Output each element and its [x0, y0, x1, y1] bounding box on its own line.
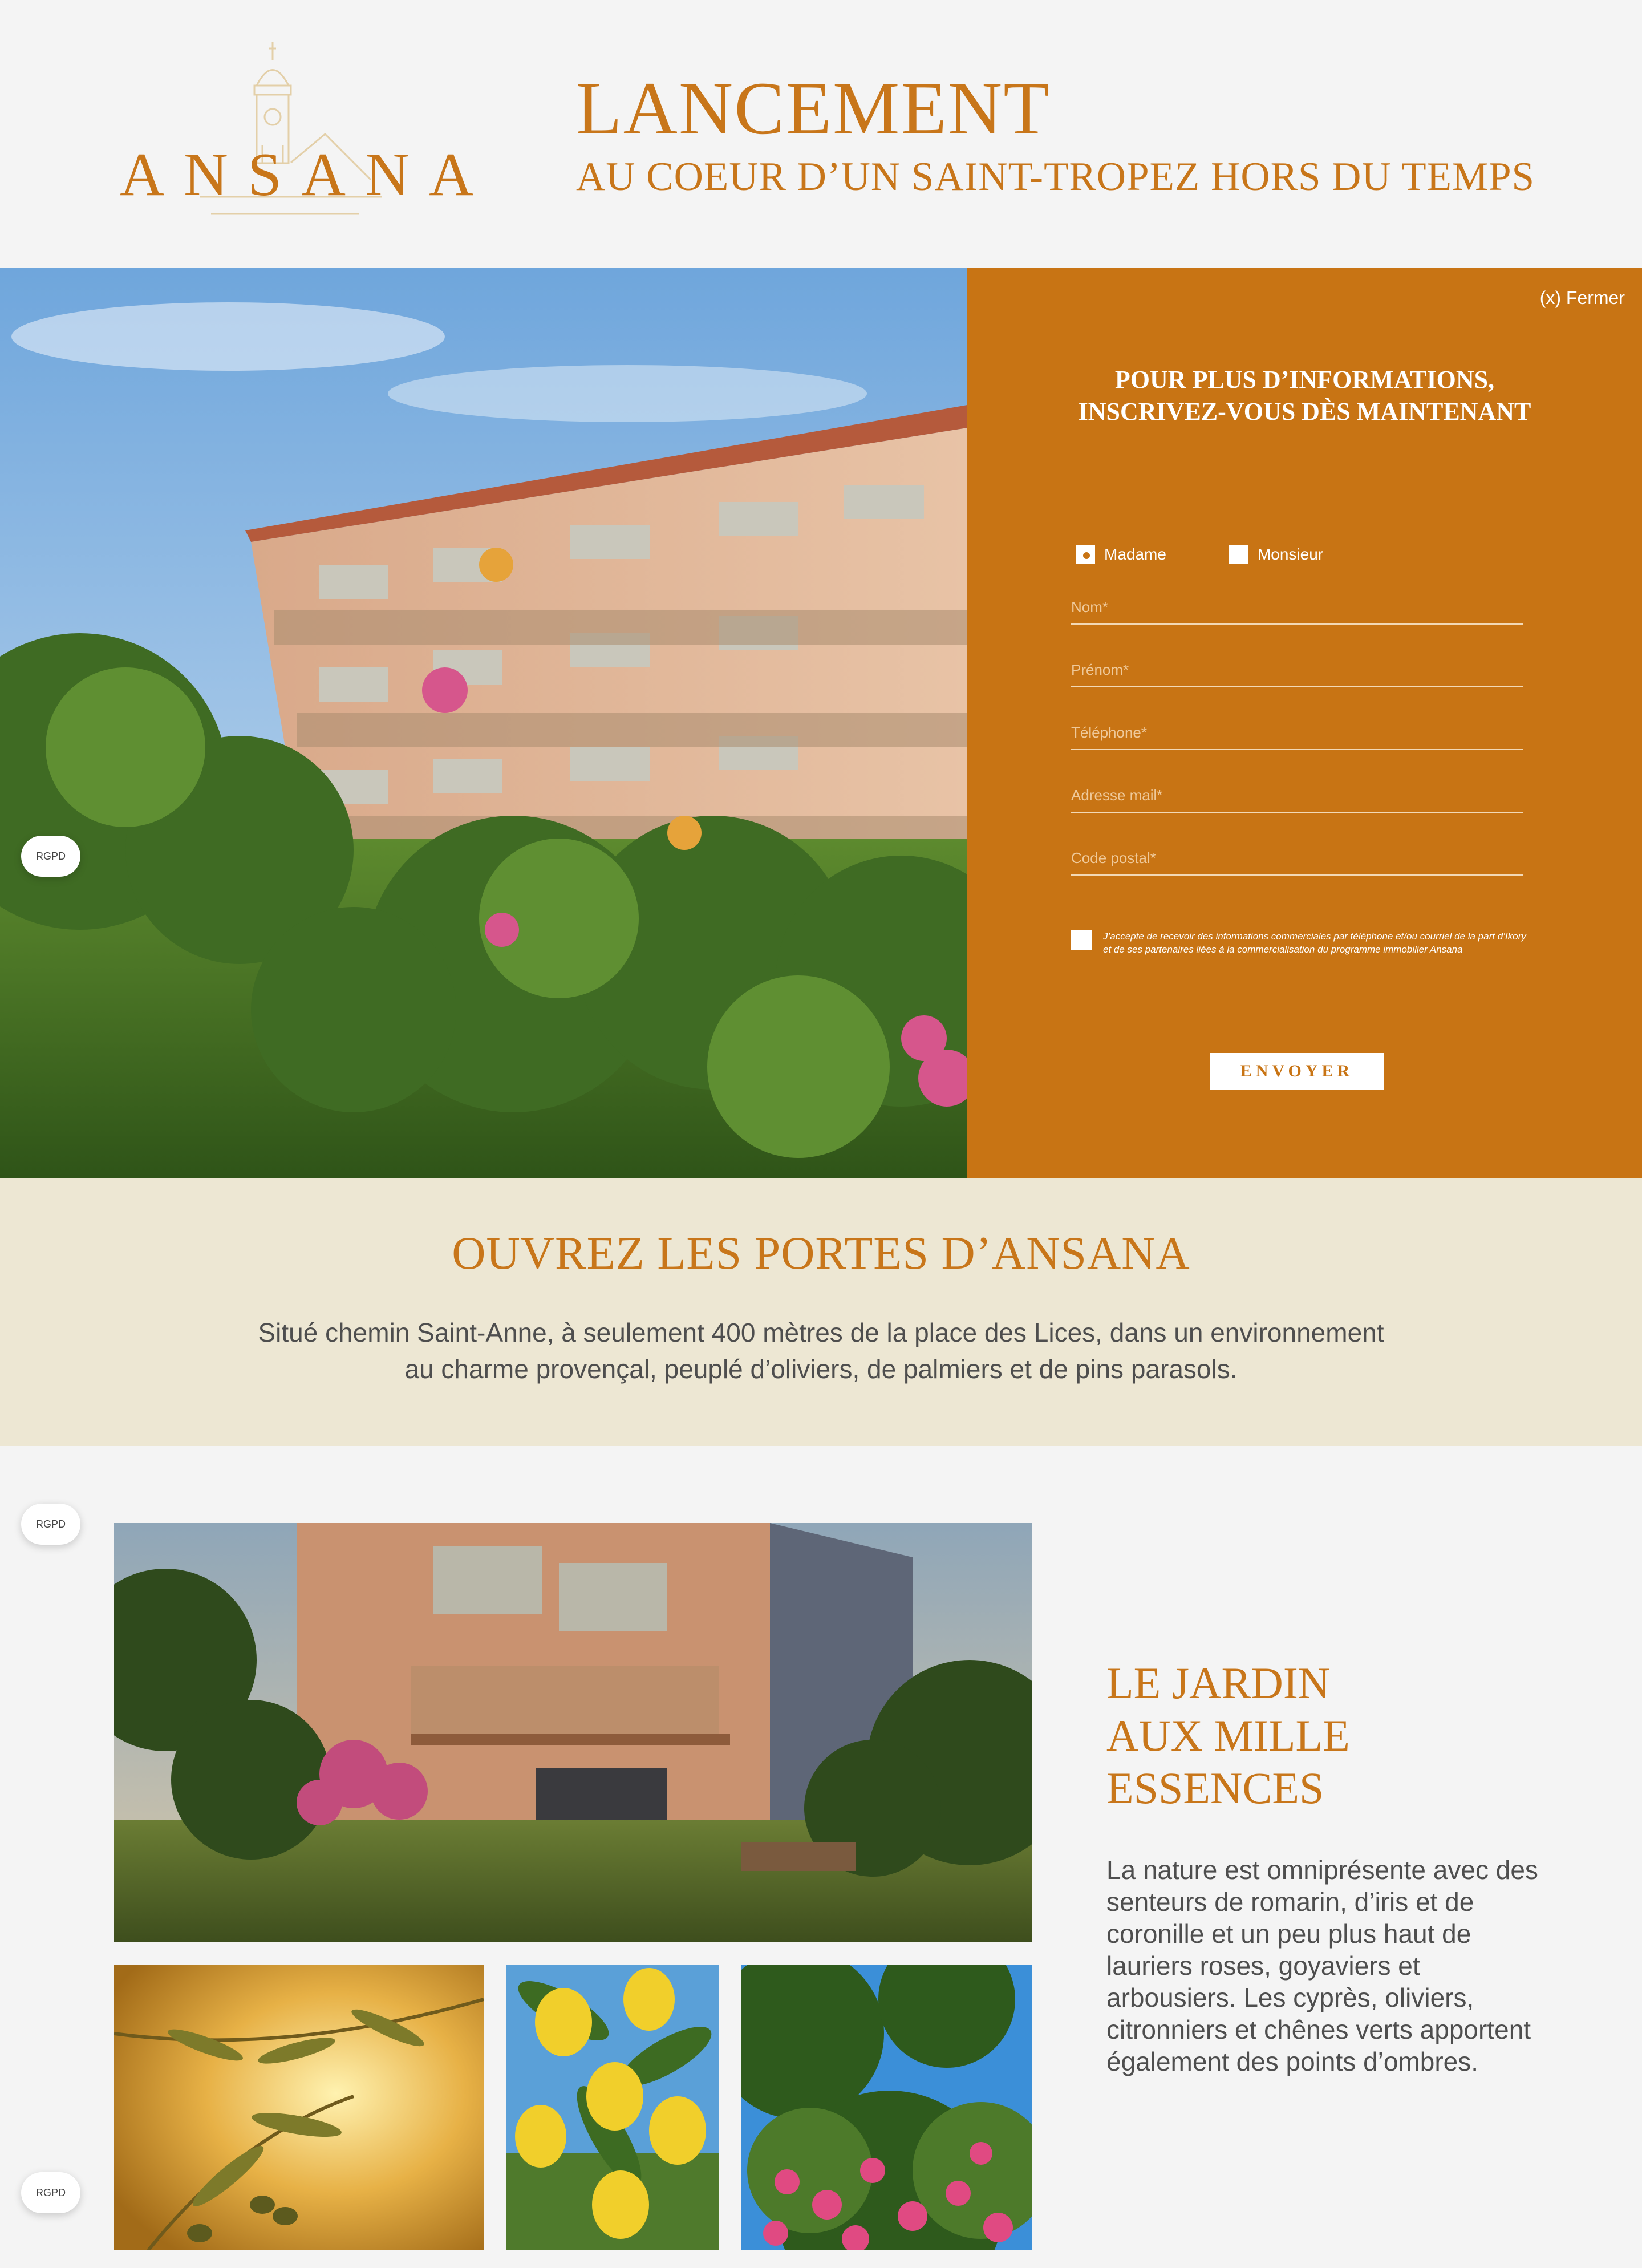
lemons-image — [506, 1965, 719, 2250]
intro-title: OUVREZ LES PORTES D’ANSANA — [452, 1227, 1190, 1279]
close-button[interactable]: (x) Fermer — [1540, 287, 1625, 309]
consent-checkbox[interactable] — [1071, 930, 1092, 950]
garden-title-line3: ESSENCES — [1106, 1763, 1324, 1813]
radio-monsieur[interactable] — [1229, 545, 1248, 564]
gender-option-madame[interactable]: Madame — [1076, 545, 1166, 564]
radio-madame[interactable] — [1076, 545, 1095, 564]
rgpd-button-2[interactable]: RGPD — [21, 1504, 80, 1545]
nom-field[interactable] — [1071, 585, 1523, 625]
garden-text: La nature est omniprésente avec des sent… — [1106, 1855, 1538, 2076]
oleander-image — [741, 1965, 1032, 2250]
header: ANSANA LANCEMENT AU COEUR D’UN SAINT-TRO… — [0, 0, 1642, 268]
gender-label-madame: Madame — [1104, 545, 1166, 563]
page-subtitle: AU COEUR D’UN SAINT-TROPEZ HORS DU TEMPS — [576, 155, 1535, 199]
ansana-logo[interactable]: ANSANA — [120, 31, 493, 231]
page-title: LANCEMENT — [576, 66, 1051, 150]
consent-text: J’accepte de recevoir des informations c… — [1103, 931, 1526, 955]
garden-title-line2: AUX MILLE — [1106, 1711, 1350, 1760]
email-field[interactable] — [1071, 773, 1523, 813]
prenom-field[interactable] — [1071, 647, 1523, 687]
headline: LANCEMENT AU COEUR D’UN SAINT-TROPEZ HOR… — [576, 68, 1535, 200]
gender-selector: Madame Monsieur — [1076, 545, 1323, 564]
form-title-line1: POUR PLUS D’INFORMATIONS, — [1114, 366, 1495, 394]
form-title-line2: INSCRIVEZ-VOUS DÈS MAINTENANT — [1078, 398, 1531, 426]
intro-text-line1: Situé chemin Saint-Anne, à seulement 400… — [258, 1318, 1384, 1347]
hero-section: (x) Fermer POUR PLUS D’INFORMATIONS, INS… — [0, 268, 1642, 1178]
intro-text-line2: au charme provençal, peuplé d’oliviers, … — [404, 1354, 1238, 1384]
gender-label-monsieur: Monsieur — [1257, 545, 1324, 563]
rgpd-button[interactable]: RGPD — [21, 836, 80, 877]
telephone-field[interactable] — [1071, 710, 1523, 750]
hero-building-image — [0, 268, 967, 1178]
rgpd-button-3[interactable]: RGPD — [21, 2172, 80, 2213]
olive-branch-image — [114, 1965, 484, 2250]
garden-title: LE JARDIN AUX MILLE ESSENCES — [1106, 1657, 1350, 1815]
consent-row: J’accepte de recevoir des informations c… — [1071, 930, 1527, 956]
intro-text: Situé chemin Saint-Anne, à seulement 400… — [222, 1314, 1420, 1387]
gender-option-monsieur[interactable]: Monsieur — [1229, 545, 1323, 564]
form-title: POUR PLUS D’INFORMATIONS, INSCRIVEZ-VOUS… — [967, 364, 1642, 428]
signup-form-panel: (x) Fermer POUR PLUS D’INFORMATIONS, INS… — [967, 268, 1642, 1178]
logo-wordmark: ANSANA — [120, 141, 493, 209]
submit-button[interactable]: ENVOYER — [1210, 1053, 1384, 1090]
postal-code-field[interactable] — [1071, 836, 1523, 876]
garden-title-line1: LE JARDIN — [1106, 1658, 1331, 1708]
garden-building-image — [114, 1523, 1032, 1942]
intro-section: OUVREZ LES PORTES D’ANSANA Situé chemin … — [0, 1178, 1642, 1446]
